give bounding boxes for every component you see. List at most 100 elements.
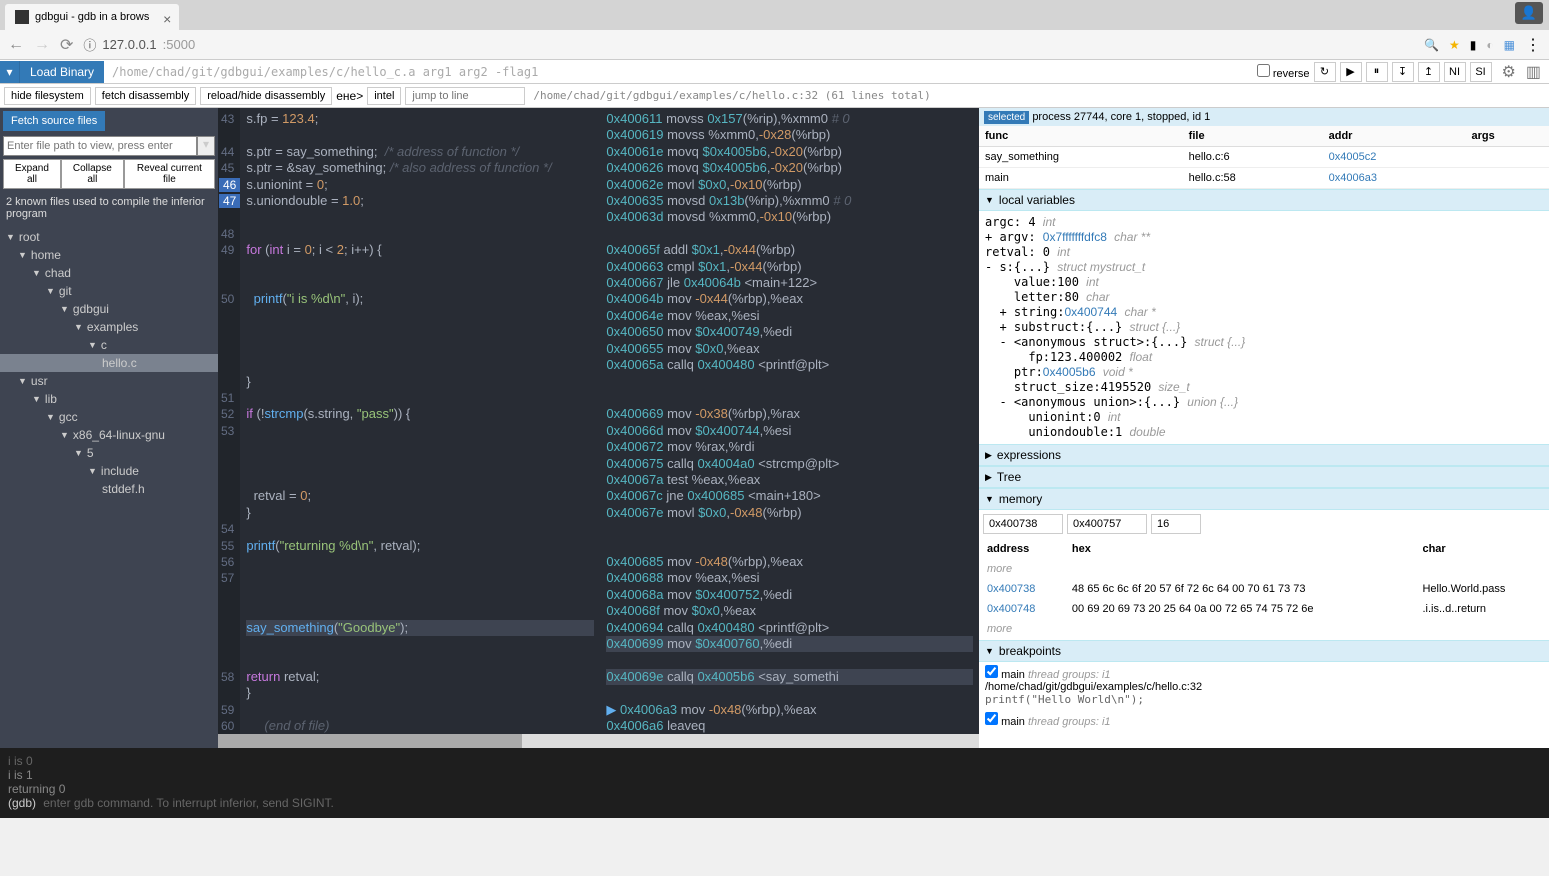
browser-chrome: 👤 gdbgui - gdb in a brows × ← → ⟳ ⓘ 127.… (0, 0, 1549, 60)
breakpoints-header[interactable]: ▼breakpoints (979, 640, 1549, 662)
left-sidebar: Fetch source files ▾ Expand all Collapse… (0, 108, 218, 748)
info-icon[interactable]: ⓘ (83, 35, 96, 54)
gdb-console[interactable]: i is 0 i is 1 returning 0 (gdb) enter gd… (0, 748, 1549, 818)
tree-c[interactable]: ▼c (0, 336, 218, 354)
expressions-header[interactable]: ▶expressions (979, 444, 1549, 466)
step-over-button[interactable]: ↧ (1392, 62, 1414, 82)
stack-h-file: file (1183, 126, 1323, 147)
code-pane: 43444546474849505152535455565758596061 s… (218, 108, 979, 748)
stack-row[interactable]: say_somethinghello.c:60x4005c2 (979, 147, 1549, 168)
reveal-current-file-button[interactable]: Reveal current file (124, 159, 215, 189)
fetch-disassembly-button[interactable]: fetch disassembly (95, 87, 196, 105)
back-icon[interactable]: ← (8, 36, 24, 54)
console-prompt: (gdb) (8, 796, 36, 810)
restart-button[interactable]: ↻ (1314, 62, 1336, 82)
breakpoint-item[interactable]: main thread groups: i1 (979, 709, 1549, 731)
gear-icon[interactable]: ⚙ (1502, 62, 1516, 82)
tree-hello-c[interactable]: hello.c (0, 354, 218, 372)
console-hint: enter gdb command. To interrupt inferior… (43, 796, 334, 810)
url-box[interactable]: ⓘ 127.0.0.1 :5000 (83, 35, 1414, 54)
top-toolbar: ▾ Load Binary /home/chad/git/gdbgui/exam… (0, 60, 1549, 84)
file-path-input[interactable] (3, 136, 197, 156)
load-binary-button[interactable]: Load Binary (20, 61, 104, 83)
menu-caret-button[interactable]: ▾ (0, 61, 20, 83)
search-icon[interactable]: 🔍 (1424, 38, 1439, 52)
tree-5[interactable]: ▼5 (0, 444, 218, 462)
tree-gcc[interactable]: ▼gcc (0, 408, 218, 426)
horizontal-scrollbar[interactable] (218, 734, 979, 748)
reverse-checkbox[interactable]: reverse (1257, 64, 1310, 80)
memory-row: 0x40074800 69 20 69 73 20 25 64 0a 00 72… (981, 600, 1547, 618)
ext-icon-1[interactable]: ▮ (1470, 38, 1477, 52)
tab-title: gdbgui - gdb in a brows (35, 11, 149, 23)
pause-button[interactable]: ⏸ (1366, 62, 1388, 82)
memory-row: 0x40073848 65 6c 6c 6f 20 57 6f 72 6c 64… (981, 580, 1547, 598)
file-path-dropdown[interactable]: ▾ (197, 136, 215, 156)
folder-icon[interactable]: ▥ (1526, 62, 1541, 82)
tree-home[interactable]: ▼home (0, 246, 218, 264)
known-files-label: 2 known files used to compile the inferi… (0, 192, 218, 224)
memory-more[interactable]: more (981, 620, 1547, 638)
tree-stddef[interactable]: stddef.h (0, 480, 218, 498)
address-bar: ← → ⟳ ⓘ 127.0.0.1:5000 🔍 ★ ▮ ◐ ▦ ⋮ (0, 30, 1549, 60)
memory-more[interactable]: more (981, 560, 1547, 578)
tree-root[interactable]: ▼root (0, 228, 218, 246)
memory-table: addresshexchar more 0x40073848 65 6c 6c … (979, 538, 1549, 640)
ext-icon-3[interactable]: ▦ (1504, 38, 1515, 52)
stack-h-func: func (979, 126, 1183, 147)
line-gutter[interactable]: 43444546474849505152535455565758596061 (218, 108, 240, 748)
binary-args-input[interactable]: /home/chad/git/gdbgui/examples/c/hello_c… (104, 65, 1257, 79)
file-tree: ▼root ▼home ▼chad ▼git ▼gdbgui ▼examples… (0, 224, 218, 502)
expand-all-button[interactable]: Expand all (3, 159, 61, 189)
stack-h-addr: addr (1323, 126, 1466, 147)
continue-button[interactable]: ▶ (1340, 62, 1362, 82)
breakpoint-item[interactable]: main thread groups: i1 /home/chad/git/gd… (979, 662, 1549, 709)
disassembly-column[interactable]: 0x400611 movss 0x157(%rip),%xmm0 # 0 0x4… (600, 108, 979, 748)
step-instruction-button[interactable]: SI (1470, 62, 1492, 82)
memory-end-input[interactable] (1067, 514, 1147, 534)
url-port: :5000 (163, 37, 196, 52)
collapse-all-button[interactable]: Collapse all (61, 159, 124, 189)
ext-icon-2[interactable]: ◐ (1486, 38, 1493, 52)
hide-filesystem-button[interactable]: hide filesystem (4, 87, 91, 105)
next-instruction-button[interactable]: NI (1444, 62, 1466, 82)
tree-x86-64[interactable]: ▼x86_64-linux-gnu (0, 426, 218, 444)
step-out-button[interactable]: ↥ (1418, 62, 1440, 82)
tree-gdbgui[interactable]: ▼gdbgui (0, 300, 218, 318)
stack-h-args: args (1466, 126, 1549, 147)
user-badge[interactable]: 👤 (1515, 2, 1543, 24)
tree-chad[interactable]: ▼chad (0, 264, 218, 282)
tree-git[interactable]: ▼git (0, 282, 218, 300)
close-icon[interactable]: × (163, 11, 171, 27)
tab-bar: gdbgui - gdb in a brows × (0, 0, 1549, 30)
breakpoint-checkbox[interactable] (985, 665, 998, 678)
menu-icon[interactable]: ⋮ (1525, 35, 1541, 55)
reload-hide-disassembly-button[interactable]: reload/hide disassembly (200, 87, 332, 105)
bookmark-icon[interactable]: ★ (1449, 38, 1460, 52)
main-area: Fetch source files ▾ Expand all Collapse… (0, 108, 1549, 748)
right-panel: selected process 27744, core 1, stopped,… (979, 108, 1549, 748)
reload-icon[interactable]: ⟳ (60, 35, 73, 55)
selected-badge: selected (984, 111, 1029, 124)
stack-table: funcfileaddrargs say_somethinghello.c:60… (979, 126, 1549, 189)
source-column[interactable]: s.fp = 123.4; s.ptr = say_something; /* … (240, 108, 600, 748)
process-info: process 27744, core 1, stopped, id 1 (1032, 111, 1210, 123)
fetch-source-files-button[interactable]: Fetch source files (3, 111, 105, 131)
tree-header[interactable]: ▶Tree (979, 466, 1549, 488)
jump-to-line-input[interactable] (405, 87, 525, 105)
tree-include[interactable]: ▼include (0, 462, 218, 480)
memory-start-input[interactable] (983, 514, 1063, 534)
stack-row[interactable]: mainhello.c:580x4006a3 (979, 168, 1549, 189)
tree-examples[interactable]: ▼examples (0, 318, 218, 336)
second-toolbar: hide filesystem fetch disassembly reload… (0, 84, 1549, 108)
tree-lib[interactable]: ▼lib (0, 390, 218, 408)
intel-button[interactable]: intel (367, 87, 401, 105)
memory-header[interactable]: ▼memory (979, 488, 1549, 510)
tree-usr[interactable]: ▼usr (0, 372, 218, 390)
tab-favicon (15, 10, 29, 24)
breakpoint-checkbox[interactable] (985, 712, 998, 725)
url-host: 127.0.0.1 (102, 37, 156, 52)
local-variables-header[interactable]: ▼local variables (979, 189, 1549, 211)
memory-bytes-input[interactable] (1151, 514, 1201, 534)
browser-tab[interactable]: gdbgui - gdb in a brows × (5, 4, 179, 30)
